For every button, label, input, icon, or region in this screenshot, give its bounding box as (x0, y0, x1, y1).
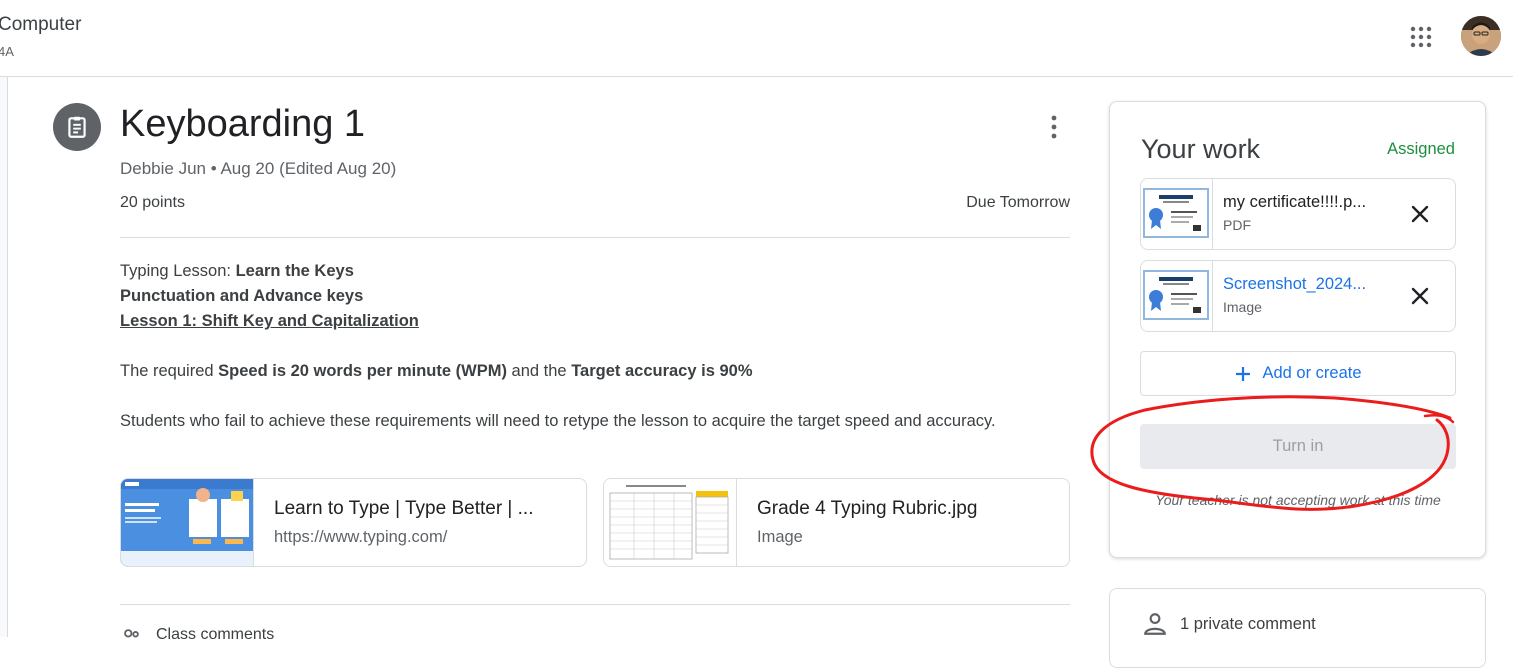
file-thumbnail (1141, 179, 1213, 249)
class-comments[interactable]: Class comments (120, 626, 274, 648)
req-speed: Speed is 20 words per minute (WPM) (218, 362, 507, 380)
assignment-due: Due Tomorrow (966, 194, 1070, 211)
desc-line3: Lesson 1: Shift Key and Capitalization (120, 312, 419, 330)
plus-icon (1236, 366, 1251, 381)
user-avatar[interactable] (1461, 16, 1501, 56)
attachment-title[interactable]: Learn to Type | Type Better | ... (274, 498, 534, 520)
add-or-create-label: Add or create (1262, 364, 1362, 382)
class-subtitle: 4A (0, 44, 14, 59)
attachment-url: https://www.typing.com/ (274, 528, 448, 546)
file-type: Image (1223, 299, 1262, 315)
class-title[interactable]: Computer (0, 14, 81, 36)
close-icon[interactable] (1409, 285, 1431, 307)
left-panel-edge (0, 77, 8, 637)
attachment-link[interactable]: Learn to Type | Type Better | ... https:… (120, 478, 587, 567)
file-name[interactable]: Screenshot_2024... (1223, 275, 1403, 294)
person-icon (1144, 613, 1166, 635)
attachment-title[interactable]: Grade 4 Typing Rubric.jpg (757, 498, 977, 520)
attachment-thumbnail (604, 479, 737, 566)
more-vert-icon[interactable] (1042, 114, 1066, 140)
close-icon[interactable] (1409, 203, 1431, 225)
attachment-image[interactable]: Grade 4 Typing Rubric.jpg Image (603, 478, 1070, 567)
private-comments-card[interactable]: 1 private comment (1109, 588, 1486, 668)
assignment-points: 20 points (120, 194, 185, 211)
desc-line2: Punctuation and Advance keys (120, 287, 364, 305)
turn-in-button[interactable]: Turn in (1140, 424, 1456, 469)
retype-paragraph: Students who fail to achieve these requi… (120, 412, 996, 430)
file-type: PDF (1223, 217, 1251, 233)
people-icon (124, 629, 139, 638)
class-comments-label: Class comments (156, 626, 275, 643)
status-badge: Assigned (1387, 140, 1455, 158)
assignment-description: Typing Lesson: Learn the Keys Punctuatio… (120, 259, 1050, 334)
desc-line1-prefix: Typing Lesson: (120, 262, 236, 280)
attachment-type: Image (757, 528, 803, 546)
submitted-file[interactable]: my certificate!!!!.p... PDF (1140, 178, 1456, 250)
apps-grid-icon[interactable] (1409, 25, 1433, 49)
file-thumbnail (1141, 261, 1213, 331)
req-a: The required (120, 362, 219, 380)
desc-line1-bold: Learn the Keys (235, 262, 354, 280)
not-accepting-notice: Your teacher is not accepting work at th… (1155, 492, 1441, 508)
add-or-create-button[interactable]: Add or create (1140, 351, 1456, 396)
top-bar: Computer 4A (0, 0, 1513, 77)
divider (120, 237, 1070, 238)
divider (120, 604, 1070, 605)
req-c: and the (506, 362, 572, 380)
private-comment-label: 1 private comment (1180, 615, 1316, 633)
attachment-thumbnail (121, 479, 254, 566)
file-name[interactable]: my certificate!!!!.p... (1223, 193, 1403, 212)
requirements-paragraph: The required Speed is 20 words per minut… (120, 359, 753, 384)
your-work-card: Your work Assigned my certificate!!!!.p.… (1109, 101, 1486, 558)
assignment-meta: Debbie Jun • Aug 20 (Edited Aug 20) (120, 159, 397, 178)
assignment-icon (53, 103, 101, 151)
page-title: Keyboarding 1 (120, 103, 366, 145)
req-accuracy: Target accuracy is 90% (571, 362, 753, 380)
submitted-file[interactable]: Screenshot_2024... Image (1140, 260, 1456, 332)
your-work-title: Your work (1141, 134, 1261, 164)
